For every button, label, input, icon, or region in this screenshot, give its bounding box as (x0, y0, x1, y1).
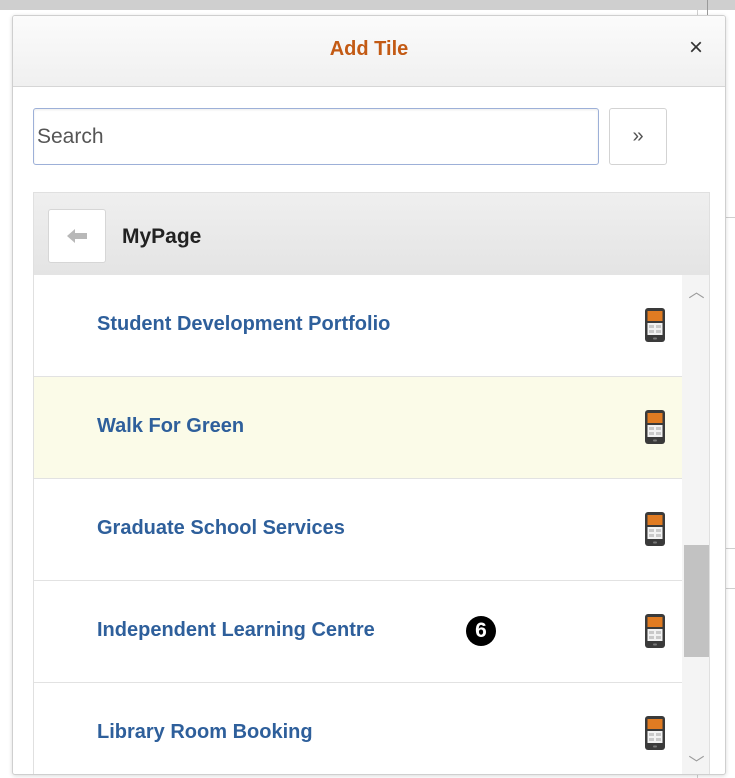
tile-label[interactable]: Student Development Portfolio (97, 313, 390, 336)
tile-label[interactable]: Library Room Booking (97, 721, 313, 744)
mobile-device-icon (645, 410, 665, 444)
tile-label[interactable]: Graduate School Services (97, 517, 345, 540)
scroll-thumb[interactable] (684, 545, 709, 657)
close-button[interactable]: × (689, 34, 703, 62)
panel-header: MyPage (34, 193, 709, 275)
add-tile-dialog: Add Tile × » MyPage Student Development … (12, 15, 726, 775)
tile-label[interactable]: Independent Learning Centre (97, 619, 375, 642)
search-go-button[interactable]: » (609, 108, 667, 165)
mobile-device-icon (645, 716, 665, 750)
list-item[interactable]: Independent Learning Centre (34, 581, 682, 683)
search-input[interactable] (33, 108, 599, 165)
list-item[interactable]: Walk For Green (34, 377, 682, 479)
back-button[interactable] (48, 209, 106, 263)
dialog-header: Add Tile × (13, 16, 725, 87)
dialog-title: Add Tile (329, 38, 409, 60)
list-item[interactable]: Student Development Portfolio (34, 275, 682, 377)
list-item[interactable]: Graduate School Services (34, 479, 682, 581)
tile-list-panel: MyPage Student Development Portfolio Walk… (33, 192, 710, 774)
mobile-device-icon (645, 512, 665, 546)
mobile-device-icon (645, 614, 665, 648)
scrollbar[interactable]: ︿ ﹀ (682, 275, 709, 774)
background-top-bar (0, 0, 735, 10)
left-arrow-icon (67, 229, 87, 243)
scroll-up-arrow-icon[interactable]: ︿ (682, 275, 709, 305)
tile-list: Student Development Portfolio Walk For Gr… (34, 275, 682, 774)
panel-title: MyPage (122, 225, 202, 248)
step-number-badge: 6 (466, 616, 496, 646)
scroll-down-arrow-icon[interactable]: ﹀ (682, 747, 709, 774)
mobile-device-icon (645, 308, 665, 342)
list-item[interactable]: Library Room Booking (34, 683, 682, 774)
tile-label[interactable]: Walk For Green (97, 415, 244, 438)
